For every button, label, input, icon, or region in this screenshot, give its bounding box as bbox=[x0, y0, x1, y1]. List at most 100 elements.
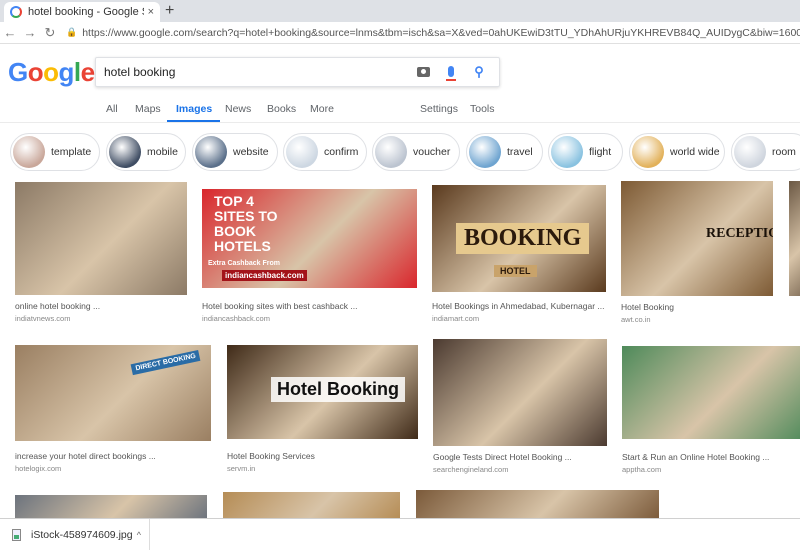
chip-label: voucher bbox=[413, 146, 451, 158]
chip-voucher[interactable]: voucher bbox=[372, 133, 460, 171]
chip-website[interactable]: website bbox=[192, 133, 278, 171]
chip-label: travel bbox=[507, 146, 533, 158]
image-result[interactable]: RECEPTION Hotel Booking awt.co.in bbox=[621, 181, 773, 324]
tab-more[interactable]: More bbox=[310, 103, 334, 122]
google-favicon-icon bbox=[10, 6, 22, 18]
image-overlay-text: DIRECT BOOKING bbox=[130, 349, 201, 376]
image-result[interactable]: BOOKING HOTEL Hotel Bookings in Ahmedaba… bbox=[432, 185, 606, 323]
chip-label: mobile bbox=[147, 146, 178, 158]
result-source: awt.co.in bbox=[621, 315, 651, 324]
result-caption[interactable]: Google Tests Direct Hotel Booking ... bbox=[433, 452, 607, 462]
url-text[interactable]: https://www.google.com/search?q=hotel+bo… bbox=[82, 27, 800, 39]
chip-label: website bbox=[233, 146, 269, 158]
microphone-icon[interactable] bbox=[439, 65, 463, 81]
chip-flight[interactable]: flight bbox=[548, 133, 623, 171]
chip-thumbnail bbox=[551, 136, 583, 168]
tools-link[interactable]: Tools bbox=[470, 103, 495, 122]
image-result[interactable]: TOP 4 SITES TO BOOK HOTELS Extra Cashback F… bbox=[202, 189, 417, 323]
result-image[interactable] bbox=[15, 182, 187, 295]
result-image[interactable]: DIRECT BOOKING bbox=[15, 345, 211, 441]
image-result[interactable] bbox=[675, 488, 800, 520]
tab-news[interactable]: News bbox=[225, 103, 251, 122]
search-box[interactable]: hotel booking ⚲ bbox=[95, 57, 500, 87]
image-overlay-subtext: Extra Cashback From bbox=[208, 260, 280, 267]
browser-tab[interactable]: hotel booking - Google Search × bbox=[4, 2, 160, 22]
chevron-up-icon[interactable]: ^ bbox=[137, 530, 141, 540]
result-image[interactable]: TOP 4 SITES TO BOOK HOTELS Extra Cashback F… bbox=[202, 189, 417, 288]
address-toolbar: ← → ↻ 🔒 https://www.google.com/search?q=… bbox=[0, 22, 800, 44]
result-image[interactable] bbox=[433, 339, 607, 446]
result-caption[interactable]: Hotel Booking bbox=[621, 302, 773, 312]
image-overlay-brand: indiancashback.com bbox=[222, 270, 307, 281]
download-filename[interactable]: iStock-458974609.jpg bbox=[31, 529, 137, 541]
chip-thumbnail bbox=[375, 136, 407, 168]
camera-icon[interactable] bbox=[411, 65, 435, 80]
related-search-chips: template mobile website confirm voucher … bbox=[0, 133, 800, 173]
image-result[interactable]: DIRECT BOOKING increase your hotel direc… bbox=[15, 345, 211, 473]
result-image[interactable] bbox=[622, 346, 800, 439]
new-tab-button[interactable]: + bbox=[165, 2, 174, 20]
search-nav-tabs: All Maps Images News Books More Settings… bbox=[0, 103, 800, 123]
forward-icon[interactable]: → bbox=[20, 25, 40, 40]
result-source: hotelogix.com bbox=[15, 464, 62, 473]
result-caption[interactable]: Hotel Bookings in Ahmedabad, Kubernagar … bbox=[432, 301, 606, 311]
image-result[interactable]: Start & Run an Online Hotel Booking ... … bbox=[622, 346, 800, 474]
result-caption[interactable]: Hotel booking sites with best cashback .… bbox=[202, 301, 417, 311]
tab-maps[interactable]: Maps bbox=[135, 103, 161, 122]
google-logo[interactable]: Google bbox=[8, 57, 95, 88]
chip-thumbnail bbox=[286, 136, 318, 168]
chip-room[interactable]: room bbox=[731, 133, 800, 171]
chip-world-wide[interactable]: world wide bbox=[629, 133, 725, 171]
tab-books[interactable]: Books bbox=[267, 103, 296, 122]
download-item[interactable]: iStock-458974609.jpg ^ bbox=[0, 518, 150, 550]
image-result[interactable]: Google Tests Direct Hotel Booking ... se… bbox=[433, 339, 607, 474]
logo-letter: G bbox=[8, 57, 28, 87]
address-bar[interactable]: 🔒 https://www.google.com/search?q=hotel+… bbox=[66, 24, 800, 42]
result-caption[interactable]: increase your hotel direct bookings ... bbox=[15, 451, 211, 461]
chip-thumbnail bbox=[469, 136, 501, 168]
logo-letter: o bbox=[27, 57, 44, 87]
result-image[interactable] bbox=[675, 488, 800, 520]
image-result[interactable] bbox=[15, 495, 207, 520]
search-icon[interactable]: ⚲ bbox=[467, 64, 491, 80]
chip-label: room bbox=[772, 146, 796, 158]
image-result[interactable] bbox=[789, 181, 800, 296]
tab-strip: hotel booking - Google Search × + bbox=[0, 0, 800, 22]
chip-thumbnail bbox=[632, 136, 664, 168]
reload-icon[interactable]: ↻ bbox=[40, 25, 60, 41]
result-caption[interactable]: online hotel booking ... bbox=[15, 301, 187, 311]
result-caption[interactable]: Hotel Booking Services bbox=[227, 451, 418, 461]
result-image[interactable] bbox=[789, 181, 800, 296]
chip-travel[interactable]: travel bbox=[466, 133, 543, 171]
image-overlay-text: RECEPTION bbox=[706, 226, 773, 241]
search-input[interactable]: hotel booking bbox=[104, 65, 407, 79]
image-result[interactable] bbox=[416, 490, 659, 520]
browser-window: hotel booking - Google Search × + ← → ↻ … bbox=[0, 0, 800, 550]
chip-thumbnail bbox=[13, 136, 45, 168]
chip-thumbnail bbox=[734, 136, 766, 168]
chip-template[interactable]: template bbox=[10, 133, 100, 171]
result-image[interactable] bbox=[416, 490, 659, 520]
tab-close-icon[interactable]: × bbox=[148, 6, 154, 18]
image-result[interactable]: Hotel Booking Hotel Booking Services ser… bbox=[227, 345, 418, 473]
result-caption[interactable]: Start & Run an Online Hotel Booking ... bbox=[622, 452, 800, 462]
tab-all[interactable]: All bbox=[106, 103, 118, 122]
settings-link[interactable]: Settings bbox=[420, 103, 458, 122]
image-result[interactable] bbox=[223, 492, 400, 520]
tab-title: hotel booking - Google Search bbox=[28, 6, 144, 18]
result-source: indiatvnews.com bbox=[15, 314, 71, 323]
tab-images[interactable]: Images bbox=[167, 103, 221, 122]
result-image[interactable]: BOOKING HOTEL bbox=[432, 185, 606, 292]
logo-letter: o bbox=[43, 57, 59, 87]
back-icon[interactable]: ← bbox=[0, 25, 20, 40]
chip-confirm[interactable]: confirm bbox=[283, 133, 367, 171]
result-image[interactable] bbox=[15, 495, 207, 520]
result-image[interactable] bbox=[223, 492, 400, 520]
chip-label: flight bbox=[589, 146, 612, 158]
result-image[interactable]: RECEPTION bbox=[621, 181, 773, 296]
chip-mobile[interactable]: mobile bbox=[106, 133, 186, 171]
result-source: indiamart.com bbox=[432, 314, 480, 323]
image-result[interactable]: online hotel booking ... indiatvnews.com bbox=[15, 182, 187, 323]
chip-label: template bbox=[51, 146, 92, 158]
result-image[interactable]: Hotel Booking bbox=[227, 345, 418, 439]
